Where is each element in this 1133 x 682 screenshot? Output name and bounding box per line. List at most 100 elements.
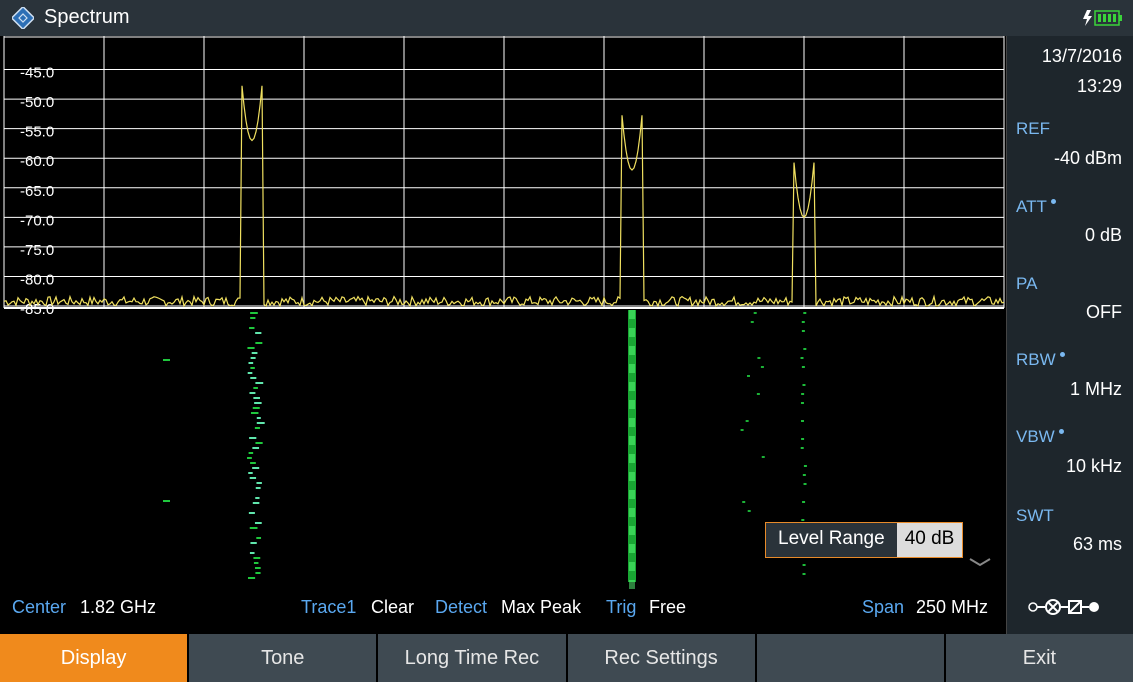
spectrogram-dash — [250, 357, 256, 359]
pa-value[interactable]: OFF — [1086, 302, 1122, 323]
detect-label: Detect — [435, 597, 488, 617]
spectrogram-dash — [803, 483, 807, 485]
spectrogram-dash — [254, 567, 261, 569]
spectrogram-blip — [163, 359, 170, 361]
spectrogram-dash — [747, 510, 751, 512]
softkey-exit[interactable]: Exit — [945, 634, 1133, 682]
date-display: 13/7/2016 — [1041, 46, 1122, 66]
spectrogram-dash — [247, 372, 253, 374]
trig-value[interactable]: Free — [649, 597, 686, 618]
chevron-down-icon[interactable] — [968, 556, 992, 568]
vbw-value[interactable]: 10 kHz — [1066, 456, 1122, 477]
y-tick-label: -60.0 — [20, 153, 54, 170]
trace-value[interactable]: Clear — [371, 597, 414, 618]
spectrogram-dash — [252, 502, 260, 504]
spectrogram-dash — [252, 467, 260, 469]
spectrogram-band-segment — [629, 562, 635, 571]
spectrogram-dash — [247, 457, 252, 459]
rbw-indicator-dot — [1059, 352, 1065, 357]
spectrogram-dash — [251, 352, 258, 354]
spectrogram-dash — [800, 357, 804, 359]
spectrogram-dash — [250, 317, 256, 319]
spectrogram-dash — [250, 462, 256, 464]
softkey-rec-settings[interactable]: Rec Settings — [567, 634, 755, 682]
spectrogram-dash — [256, 537, 262, 539]
att-indicator-dot — [1050, 199, 1056, 204]
spectrogram-dash — [801, 393, 805, 395]
spectrogram-band-segment — [629, 310, 635, 319]
pa-label: PA — [1016, 274, 1038, 293]
spectrogram-dash — [253, 562, 259, 564]
level-range-value[interactable]: 40 dB — [896, 523, 963, 557]
spectrogram-dash — [248, 512, 255, 514]
softkey-tone[interactable]: Tone — [189, 634, 377, 682]
detect-value[interactable]: Max Peak — [501, 597, 581, 618]
spectrogram-dash — [761, 456, 765, 458]
spectrogram-dash — [800, 402, 804, 404]
att-value[interactable]: 0 dB — [1085, 225, 1122, 246]
span-value[interactable]: 250 MHz — [916, 597, 988, 618]
softkey-empty[interactable] — [756, 634, 944, 682]
spectrogram-dash — [801, 321, 805, 323]
spectrogram-dash — [802, 384, 806, 386]
ref-label: REF — [1016, 119, 1050, 138]
spectrogram-band-segment — [629, 526, 635, 535]
spectrogram-dash — [249, 552, 255, 554]
spectrogram-dash — [250, 312, 258, 314]
vbw-indicator-dot — [1058, 429, 1064, 434]
spectrogram-dash — [252, 407, 260, 409]
spectrogram-dash — [255, 497, 260, 499]
spectrogram-band-segment — [629, 490, 635, 499]
att-label: ATT — [1016, 197, 1056, 217]
spectrogram-dash — [803, 348, 807, 350]
spectrogram-dash — [800, 447, 804, 449]
rbw-value[interactable]: 1 MHz — [1070, 379, 1122, 400]
spectrogram-dash — [250, 377, 257, 379]
y-tick-label: -80.0 — [20, 271, 54, 288]
spectrogram-dash — [248, 362, 254, 364]
y-tick-label: -55.0 — [20, 124, 54, 141]
softkey-display[interactable]: Display — [0, 634, 188, 682]
spectrogram-dash — [802, 564, 806, 566]
ref-value[interactable]: -40 dBm — [1054, 148, 1122, 169]
spectrogram-dash — [248, 472, 253, 474]
spectrogram-dash — [255, 332, 262, 334]
y-tick-label: -70.0 — [20, 212, 54, 229]
spectrogram-dash — [249, 437, 257, 439]
spectrogram-dash — [803, 312, 807, 314]
spectrogram-dash — [253, 387, 258, 389]
center-value[interactable]: 1.82 GHz — [80, 597, 156, 618]
spectrogram-dash — [247, 577, 256, 579]
spectrogram-dash — [254, 402, 262, 404]
spectrogram-dash — [253, 557, 261, 559]
spectrogram-dash — [750, 321, 754, 323]
spectrogram-dash — [250, 367, 255, 369]
spectrogram-dash — [255, 342, 263, 344]
spectrogram-band-segment — [629, 328, 635, 337]
spectrogram-band-segment — [629, 454, 635, 463]
spectrogram-dash — [254, 522, 262, 524]
spectrogram-dash — [249, 477, 257, 479]
spectrogram-dash — [746, 375, 750, 377]
level-range-box[interactable]: Level Range 40 dB — [765, 522, 964, 558]
spectrogram-dash — [802, 573, 806, 575]
spectrogram-blip — [163, 500, 170, 502]
spectrogram-dash — [247, 347, 255, 349]
level-range-label: Level Range — [778, 528, 885, 549]
spectrogram-band-segment — [629, 580, 635, 589]
softkey-long-time-rec[interactable]: Long Time Rec — [378, 634, 566, 682]
swt-label: SWT — [1016, 506, 1054, 525]
spectrogram-dash — [802, 501, 806, 503]
spectrogram-dash — [256, 417, 261, 419]
y-tick-label: -50.0 — [20, 94, 54, 111]
spectrogram-dash — [740, 429, 744, 431]
spectrogram-dash — [801, 366, 805, 368]
trig-label: Trig — [606, 597, 637, 617]
spectrogram-band-segment — [629, 364, 635, 373]
center-label: Center — [12, 597, 67, 617]
spectrogram-band-segment — [629, 508, 635, 517]
spectrogram-dash — [801, 330, 805, 332]
spectrogram-dash — [256, 482, 262, 484]
spectrogram-band-segment — [629, 346, 635, 355]
swt-value[interactable]: 63 ms — [1073, 534, 1122, 555]
